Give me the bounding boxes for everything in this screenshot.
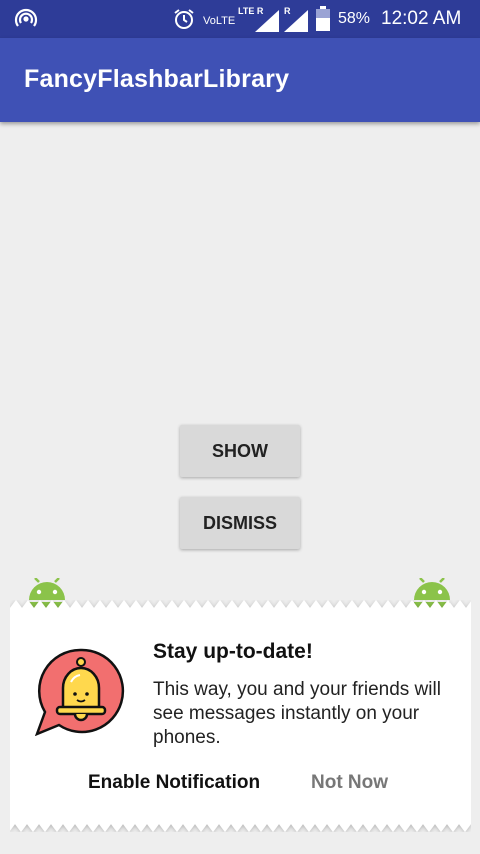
signal-icon (255, 10, 279, 32)
flashbar-message: This way, you and your friends will see … (153, 679, 441, 748)
bell-icon (34, 648, 125, 736)
alarm-icon (174, 9, 194, 29)
status-bar: VoLTE LTE R R 58% 12:02 AM (0, 0, 480, 38)
screen: VoLTE LTE R R 58% 12:02 AM FancyFlashbar… (0, 0, 480, 854)
not-now-button[interactable]: Not Now (311, 772, 388, 794)
app-bar: FancyFlashbarLibrary (0, 38, 480, 122)
show-button[interactable]: SHOW (180, 425, 300, 477)
battery-icon (316, 6, 330, 31)
hotspot-icon (14, 8, 38, 27)
signal-icon-2 (284, 10, 308, 32)
flashbar-title: Stay up-to-date! (153, 640, 313, 663)
clock: 12:02 AM (381, 8, 462, 29)
flashbar: Stay up-to-date! This way, you and your … (10, 600, 471, 832)
app-title: FancyFlashbarLibrary (24, 65, 290, 93)
enable-notification-button[interactable]: Enable Notification (88, 772, 260, 794)
volte-label: VoLTE (203, 15, 236, 27)
battery-percent: 58% (338, 10, 371, 27)
dismiss-button[interactable]: DISMISS (180, 497, 300, 549)
